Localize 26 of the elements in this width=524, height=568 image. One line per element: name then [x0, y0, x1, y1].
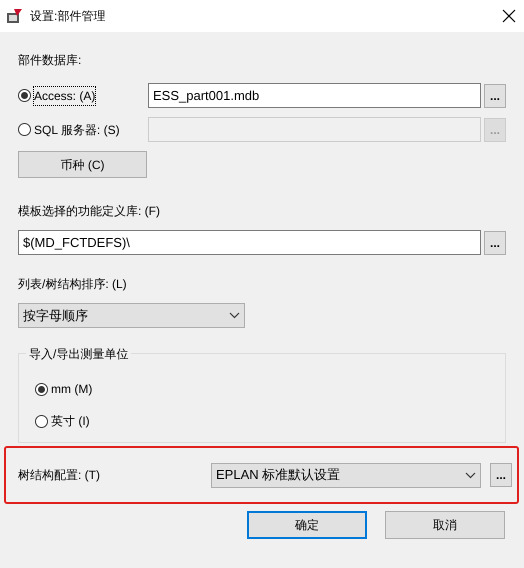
chevron-down-icon [465, 472, 476, 478]
ok-button[interactable]: 确定 [247, 511, 367, 539]
currency-button[interactable]: 币种 (C) [18, 151, 147, 178]
radio-option[interactable]: Access: (A) [18, 86, 148, 104]
radio-option[interactable]: mm (M) [35, 380, 92, 398]
browse-button[interactable]: ... [484, 230, 506, 254]
browse-button[interactable]: ... [484, 84, 506, 108]
radio-option[interactable]: 英寸 (I) [35, 412, 90, 430]
chevron-down-icon [229, 312, 240, 319]
close-icon[interactable] [502, 9, 516, 23]
app-icon [6, 7, 24, 25]
config-dropdown[interactable]: EPLAN 标准默认设置 [211, 462, 481, 488]
section-label: 部件数据库: [18, 52, 82, 69]
radio-icon[interactable] [35, 382, 48, 396]
radio-icon[interactable] [35, 414, 48, 428]
section-label: 模板选择的功能定义库: (F) [18, 203, 160, 220]
group-title: 导入/导出测量单位 [26, 345, 132, 363]
input-field[interactable]: $(MD_FCTDEFS)\ [18, 230, 481, 255]
section-label: 列表/树结构排序: (L) [18, 276, 127, 293]
browse-button[interactable]: ... [490, 463, 512, 487]
field-label: 树结构配置: (T) [18, 467, 101, 484]
window-title: 设置:部件管理 [30, 8, 106, 25]
cancel-button[interactable]: 取消 [385, 511, 505, 539]
sort-dropdown[interactable]: 按字母顺序 [18, 303, 245, 328]
radio-icon[interactable] [18, 89, 31, 102]
input-field[interactable]: ESS_part001.mdb [148, 83, 481, 108]
